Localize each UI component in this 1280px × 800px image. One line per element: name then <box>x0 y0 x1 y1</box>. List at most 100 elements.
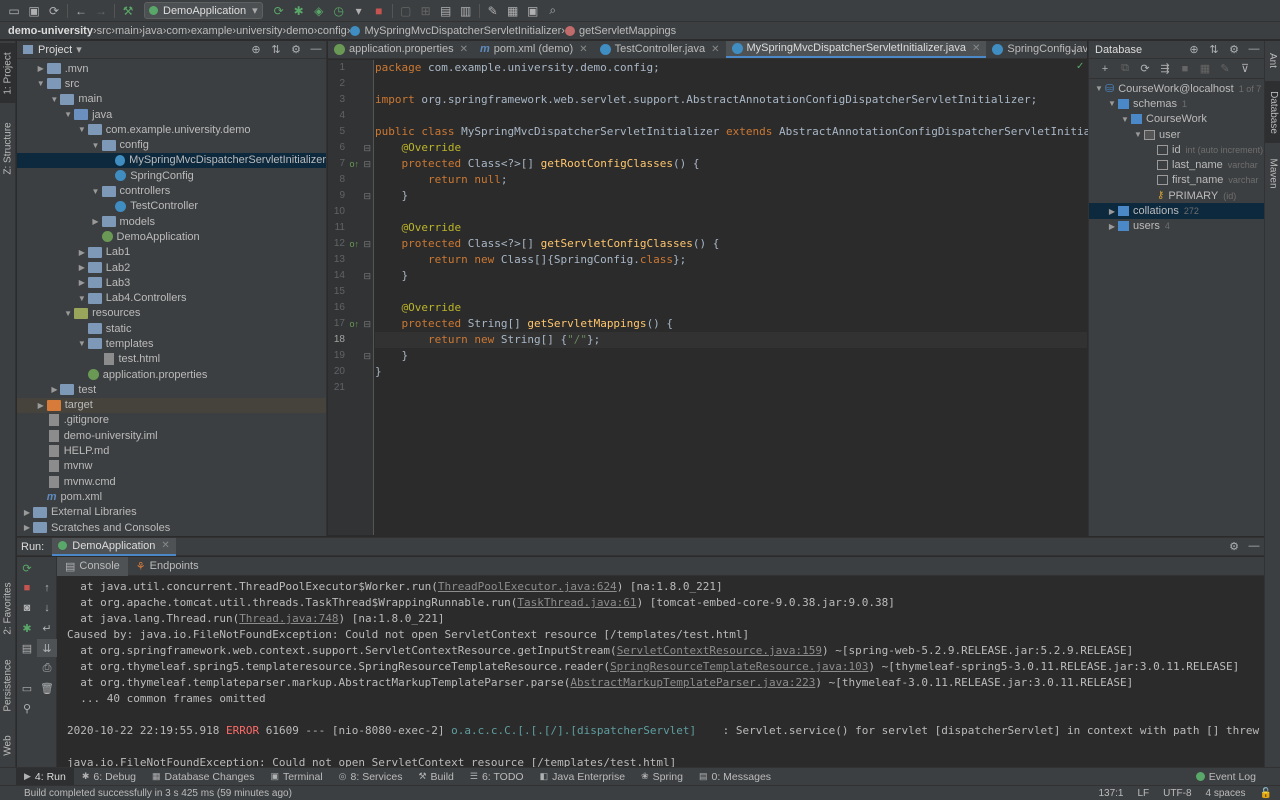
tree-item[interactable]: ▶ External Libraries <box>17 505 326 520</box>
fold-icon[interactable]: ⊟ <box>363 268 371 284</box>
event-log-tab[interactable]: Event Log <box>1195 771 1280 783</box>
fold-icon[interactable]: ⊟ <box>363 140 371 156</box>
tree-item[interactable]: m pom.xml <box>17 489 326 504</box>
ant-tool-tab[interactable]: Ant <box>1265 45 1280 75</box>
bottom-tool-tab[interactable]: ❀ Spring <box>633 768 691 786</box>
override-marker-icon[interactable]: o↑ <box>349 316 359 332</box>
close-icon[interactable]: ✕ <box>579 44 587 55</box>
layout-icon[interactable]: ▭ <box>17 679 37 697</box>
expand-arrow-icon[interactable]: ▼ <box>1132 130 1144 139</box>
console-link[interactable]: TaskThread.java:61 <box>517 596 636 609</box>
code-line[interactable]: @Override <box>375 300 1087 316</box>
stop-icon[interactable]: ■ <box>369 2 389 20</box>
table-editor-icon[interactable]: ▦ <box>1195 62 1215 75</box>
tree-item[interactable]: SpringConfig <box>17 168 326 183</box>
tree-item[interactable]: ▶ Scratches and Consoles <box>17 520 326 535</box>
restore-layout-icon[interactable]: ▤ <box>17 639 37 657</box>
sdk-icon[interactable]: ▥ <box>456 2 476 20</box>
maven-tool-tab[interactable]: Maven <box>1265 149 1280 197</box>
code-line[interactable] <box>375 108 1087 124</box>
console-tab[interactable]: ▤ Console <box>57 556 128 576</box>
expand-arrow-icon[interactable]: ▼ <box>76 294 88 303</box>
database-tree-item[interactable]: ▼ ⛁ CourseWork@localhost 1 of 7 <box>1089 81 1264 96</box>
override-marker-icon[interactable]: o↑ <box>349 236 359 252</box>
code-line[interactable]: } <box>375 364 1087 380</box>
endpoints-tab[interactable]: ⚘ Endpoints <box>128 557 207 576</box>
breadcrumb-item[interactable]: university <box>236 25 282 37</box>
tree-item[interactable]: ▼ config <box>17 137 326 152</box>
expand-arrow-icon[interactable]: ▶ <box>48 385 60 394</box>
pin-icon[interactable]: ⚲ <box>17 699 37 717</box>
sync-schema-icon[interactable]: ⇶ <box>1155 62 1175 75</box>
project-tool-tab[interactable]: 1: Project <box>0 43 16 103</box>
tree-item[interactable]: ▶ .mvn <box>17 61 326 76</box>
tree-item[interactable]: .gitignore <box>17 413 326 428</box>
expand-arrow-icon[interactable]: ▼ <box>48 95 60 104</box>
code-line[interactable] <box>375 284 1087 300</box>
code-editor[interactable]: package com.example.university.demo.conf… <box>375 60 1137 535</box>
tree-item[interactable]: test.html <box>17 352 326 367</box>
expand-arrow-icon[interactable]: ▼ <box>76 339 88 348</box>
breadcrumb-item[interactable]: main <box>115 25 139 37</box>
hide-icon[interactable]: — <box>306 43 326 56</box>
close-icon[interactable]: ✕ <box>972 43 980 54</box>
inspection-ok-icon[interactable]: ✓ <box>1076 61 1084 72</box>
expand-arrow-icon[interactable]: ▼ <box>1093 84 1105 93</box>
expand-arrow-icon[interactable]: ▶ <box>76 263 88 272</box>
tree-item[interactable]: mvnw <box>17 459 326 474</box>
expand-arrow-icon[interactable]: ▶ <box>35 401 47 410</box>
code-line[interactable]: public class MySpringMvcDispatcherServle… <box>375 124 1137 140</box>
save-icon[interactable]: ▣ <box>24 2 44 20</box>
expand-arrow-icon[interactable]: ▶ <box>76 248 88 257</box>
coverage-icon[interactable]: ◈ <box>309 2 329 20</box>
debug-bug-icon[interactable]: ✱ <box>17 619 37 637</box>
edit-icon[interactable]: ✎ <box>1215 62 1235 75</box>
code-line[interactable]: protected Class<?>[] getRootConfigClasse… <box>375 156 1087 172</box>
database-tree-item[interactable]: ▼ schemas 1 <box>1089 96 1264 111</box>
tree-item[interactable]: ▼ Lab4.Controllers <box>17 290 326 305</box>
code-line[interactable]: protected String[] getServletMappings() … <box>375 316 1087 332</box>
code-line[interactable]: return null; <box>375 172 1087 188</box>
code-line[interactable] <box>375 76 1087 92</box>
editor-tab[interactable]: application.properties ✕ <box>328 41 474 58</box>
collapse-all-icon[interactable]: ⇅ <box>266 43 286 56</box>
expand-arrow-icon[interactable]: ▼ <box>35 79 47 88</box>
locate-icon[interactable]: ⊕ <box>246 43 266 56</box>
expand-arrow-icon[interactable]: ▼ <box>1119 115 1131 124</box>
tree-item[interactable]: ▶ test <box>17 382 326 397</box>
rerun-icon[interactable]: ⟳ <box>17 559 37 577</box>
tree-item[interactable]: ▼ com.example.university.demo <box>17 122 326 137</box>
file-encoding[interactable]: UTF-8 <box>1163 788 1191 799</box>
lock-icon[interactable]: 🔓 <box>1260 788 1272 799</box>
tree-item[interactable]: ▶ Lab3 <box>17 275 326 290</box>
soft-wrap-icon[interactable]: ↵ <box>37 619 57 637</box>
override-marker-icon[interactable]: o↑ <box>349 156 359 172</box>
breadcrumb-item[interactable]: getServletMappings <box>564 25 676 37</box>
filter-icon[interactable]: ⊽ <box>1235 62 1255 75</box>
back-arrow-icon[interactable]: ← <box>71 2 91 20</box>
gear-icon[interactable]: ⚙ <box>286 43 306 56</box>
expand-arrow-icon[interactable]: ▶ <box>21 523 33 532</box>
status-message[interactable]: Build completed successfully in 3 s 425 … <box>24 788 292 799</box>
gear-icon[interactable]: ⚙ <box>1224 43 1244 56</box>
bottom-tool-tab[interactable]: ☰ 6: TODO <box>462 768 532 786</box>
web-tool-tab[interactable]: Web <box>0 725 16 765</box>
bottom-tool-tab[interactable]: ◎ 8: Services <box>331 768 411 786</box>
code-line[interactable]: import org.springframework.web.servlet.s… <box>375 92 1087 108</box>
debug-bug-icon[interactable]: ✱ <box>289 2 309 20</box>
expand-arrow-icon[interactable]: ▼ <box>76 125 88 134</box>
breadcrumb-item[interactable]: src <box>97 25 112 37</box>
database-tree-item[interactable]: ▼ user <box>1089 127 1264 142</box>
code-line[interactable] <box>375 204 1087 220</box>
settings-wrench-icon[interactable]: ✎ <box>483 2 503 20</box>
scroll-to-end-icon[interactable]: ⇊ <box>37 639 57 657</box>
tree-item[interactable]: application.properties <box>17 367 326 382</box>
add-icon[interactable]: + <box>1095 63 1115 75</box>
tree-item[interactable]: ▶ models <box>17 214 326 229</box>
bottom-tool-tab[interactable]: ▤ 0: Messages <box>691 768 779 786</box>
file-structure-icon[interactable]: ▦ <box>503 2 523 20</box>
database-tree-item[interactable]: ▼ CourseWork <box>1089 112 1264 127</box>
bottom-tool-tab[interactable]: ▣ Terminal <box>262 768 330 786</box>
code-line[interactable] <box>375 380 1087 396</box>
tree-item[interactable]: ▼ main <box>17 92 326 107</box>
